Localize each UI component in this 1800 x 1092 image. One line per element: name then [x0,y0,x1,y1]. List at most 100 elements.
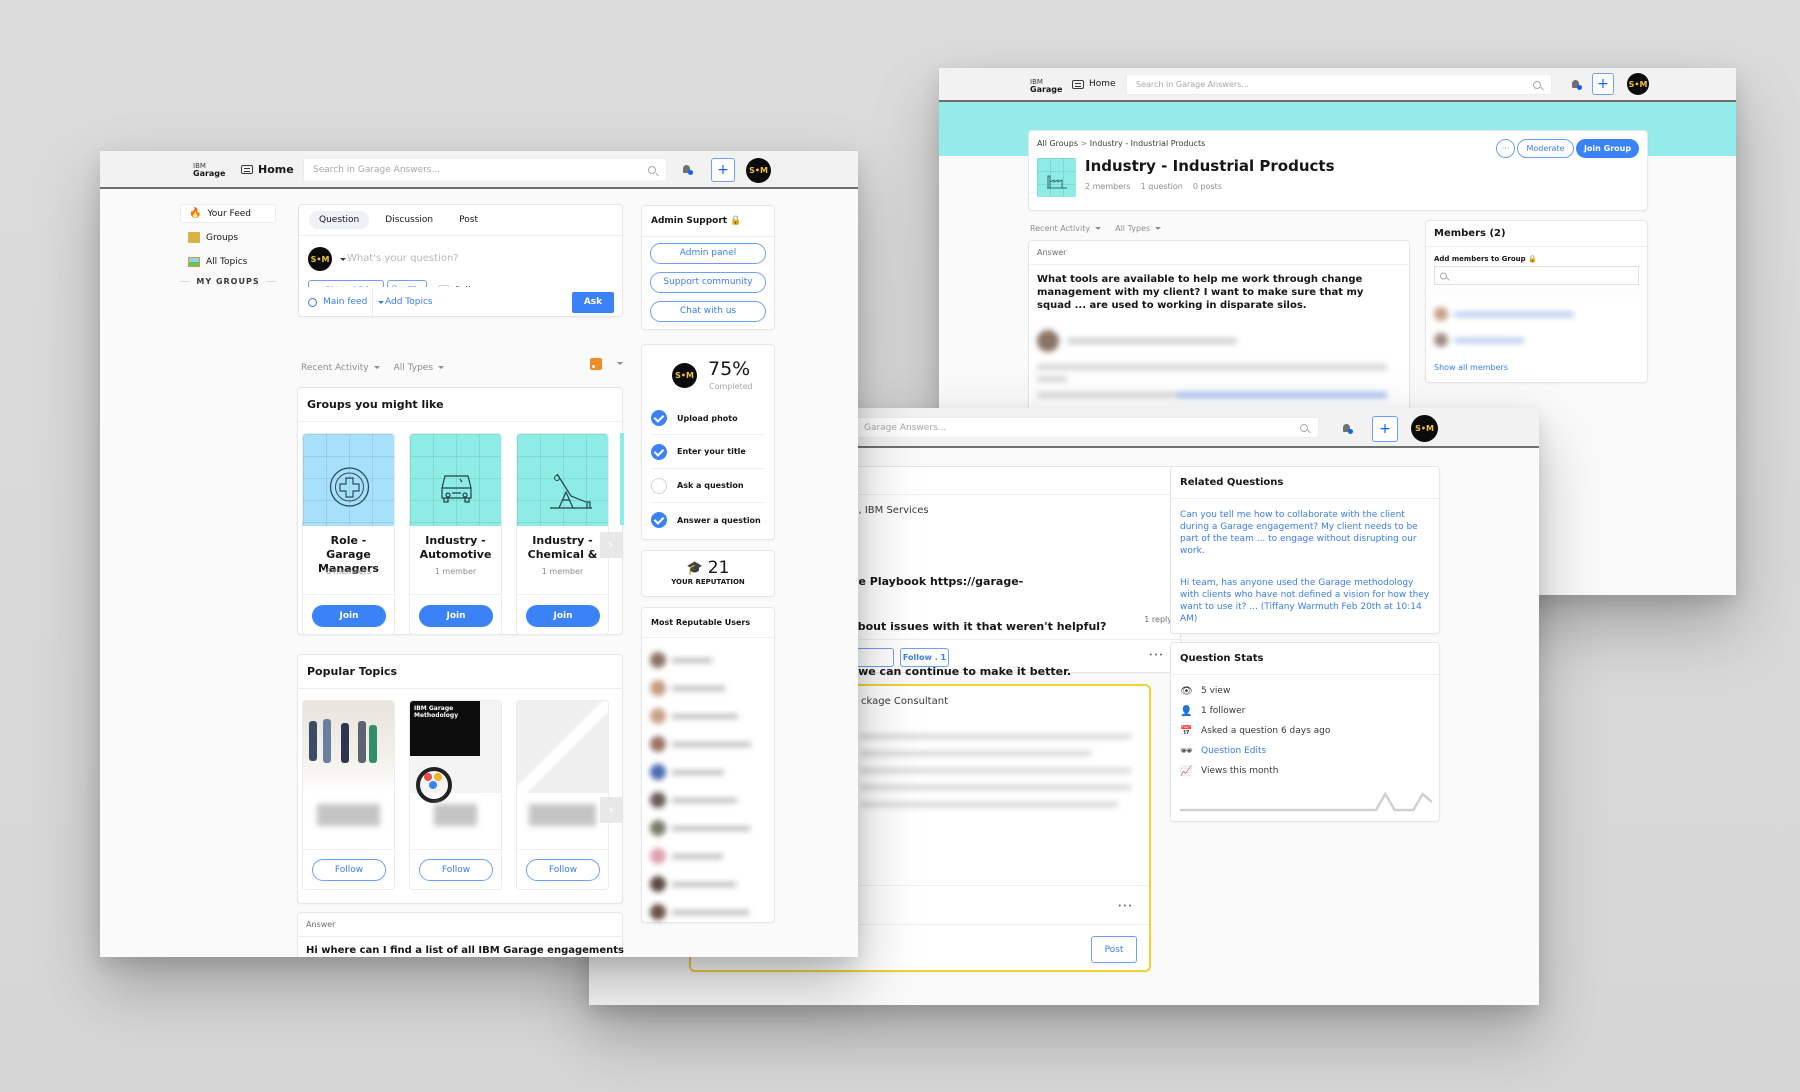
home-link[interactable]: Home [1072,79,1116,89]
user-name [672,853,723,859]
search-input[interactable]: Search in Garage Answers... [1126,74,1552,95]
notification-bell-icon[interactable] [1571,79,1582,90]
create-button[interactable]: + [711,158,735,182]
admin-support-title: Admin Support 🔒 [642,206,774,237]
ibm-garage-logo[interactable]: IBM Garage [1030,79,1062,94]
feed-filters: Recent Activity All Types [301,363,445,373]
reputable-user-row[interactable] [650,842,766,870]
related-question-link[interactable]: Hi team, has anyone used the Garage meth… [1171,557,1439,625]
step-upload-photo[interactable]: Upload photo [651,402,765,435]
create-button[interactable]: + [1372,416,1398,442]
reputable-user-row[interactable] [650,814,766,842]
popular-topics-card: Popular Topics Follow IBM Garage Methodo… [297,654,623,904]
sidebar-item-your-feed[interactable]: 🔥 Your Feed [180,204,276,223]
notification-bell-icon[interactable] [682,164,693,175]
notification-bell-icon[interactable] [1342,423,1353,434]
tab-discussion[interactable]: Discussion [375,211,443,229]
oil-pump-icon [550,473,592,509]
user-avatar [650,764,666,780]
topic-tile[interactable]: Follow [516,700,609,890]
step-ask-question[interactable]: Ask a question [651,469,765,503]
reputable-user-row[interactable] [650,786,766,814]
topic-tile[interactable]: Follow [302,700,395,890]
step-enter-title[interactable]: Enter your title [651,435,765,469]
moderate-button[interactable]: Moderate [1517,139,1574,158]
join-button[interactable]: Join [526,605,600,627]
search-icon [1533,80,1541,89]
add-topics-button[interactable]: Add Topics [385,297,433,307]
reputable-user-row[interactable] [650,646,766,674]
group-name: Industry - Automotive [419,534,492,561]
home-link[interactable]: Home [241,163,294,176]
search-input[interactable]: Garage Answers... [854,417,1319,438]
question-title[interactable]: What tools are available to help me work… [1029,265,1409,312]
user-avatar[interactable]: S•M [1627,73,1649,95]
follow-button[interactable]: Follow . 1 [900,648,949,667]
group-tile[interactable]: Industry - Automotive 1 member Join [409,433,502,635]
stat-edits[interactable]: 🕶 Question Edits [1180,741,1430,761]
tab-question[interactable]: Question [309,211,370,229]
join-button[interactable]: Join [419,605,493,627]
user-name [672,797,737,803]
step-answer-question[interactable]: Answer a question [651,503,765,537]
next-topics-button[interactable]: › [600,797,622,823]
more-options-button[interactable]: ··· [1496,139,1515,158]
audience-caret-icon[interactable] [340,258,346,261]
answer-question-title[interactable]: Hi where can I find a list of all IBM Ga… [298,937,624,956]
post-button[interactable]: Post [1091,936,1137,963]
breadcrumb-current: Industry - Industrial Products [1089,139,1206,148]
group-tile[interactable]: Industry - Chemical & 1 member Join [516,433,609,635]
user-avatar[interactable]: S•M [1411,415,1438,442]
next-groups-button[interactable]: › [600,532,622,558]
topic-name [529,804,596,826]
question-stats-card: Question Stats 👁 5 view 👤 1 follower 📅 Aske… [1170,642,1440,822]
reputable-user-row[interactable] [650,702,766,730]
question-input[interactable]: What's your question? [347,253,459,264]
rss-feed-button[interactable] [590,358,602,370]
top-nav: IBM Garage Home Search in Garage Answers.… [939,68,1736,102]
follow-button[interactable]: Follow [312,859,386,881]
checkmark-icon [651,443,667,460]
reputable-user-row[interactable] [650,674,766,702]
search-input[interactable]: Search in Garage Answers... [303,158,667,182]
type-dropdown[interactable]: All Types [394,363,445,373]
create-button[interactable]: + [1592,73,1614,95]
tab-post[interactable]: Post [449,211,488,229]
join-group-button[interactable]: Join Group [1576,139,1639,158]
show-all-members-link[interactable]: Show all members [1434,363,1508,372]
ibm-garage-logo[interactable]: IBM Garage [193,163,225,178]
reputable-user-row[interactable] [650,758,766,786]
sidebar-item-groups[interactable]: Groups [180,228,238,247]
follow-button[interactable]: Follow [526,859,600,881]
group-tile[interactable]: Role - Garage Managers 6 members Join [302,433,395,635]
support-community-button[interactable]: Support community [650,272,766,293]
more-options-button[interactable]: ••• [1149,651,1164,659]
sort-dropdown[interactable]: Recent Activity [1030,224,1102,233]
admin-panel-button[interactable]: Admin panel [650,243,766,264]
chat-with-us-button[interactable]: Chat with us [650,301,766,322]
user-icon: 👤 [1180,705,1193,717]
breadcrumb-all-groups[interactable]: All Groups [1037,139,1078,148]
user-avatar[interactable]: S•M [746,158,771,183]
follow-button[interactable]: Follow [419,859,493,881]
reputable-user-row[interactable] [650,730,766,758]
chevron-down-icon [373,366,380,369]
member-search-input[interactable] [1434,266,1639,285]
sort-dropdown[interactable]: Recent Activity [301,363,380,373]
lock-icon: 🔒 [1528,255,1537,263]
reputable-user-row[interactable] [650,870,766,898]
reply-count[interactable]: 1 reply [1144,615,1172,624]
join-button[interactable]: Join [312,605,386,627]
groups-section-title: Groups you might like [298,388,622,422]
type-dropdown[interactable]: All Types [1115,224,1162,233]
group-member-count: 6 members [325,567,372,576]
sidebar-item-all-topics[interactable]: All Topics [180,252,247,271]
reputable-user-row[interactable] [650,898,766,926]
topic-tile[interactable]: IBM Garage Methodology Follow [409,700,502,890]
answer-author-avatar [1037,330,1059,352]
rss-caret-icon[interactable] [617,362,623,365]
related-question-link[interactable]: Can you tell me how to collaborate with … [1171,499,1439,557]
ask-button[interactable]: Ask [572,292,614,313]
answer-more-button[interactable]: ••• [1118,902,1133,910]
completion-percent: 75% [708,358,751,380]
